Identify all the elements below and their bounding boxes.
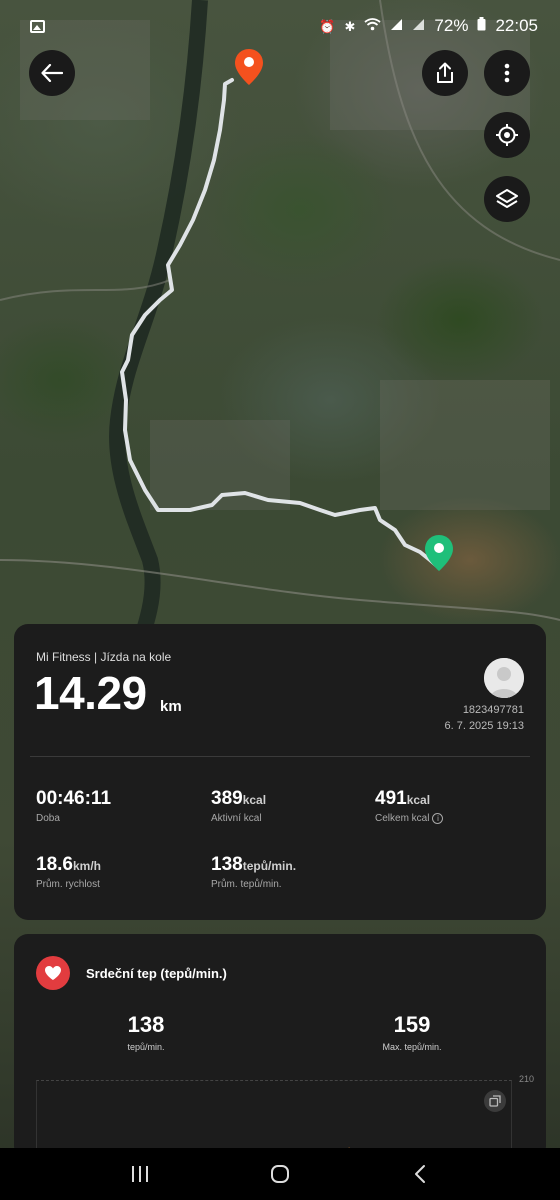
bluetooth-icon: ✱ [344, 18, 356, 34]
back-button[interactable] [29, 50, 75, 96]
end-pin-icon [424, 534, 454, 572]
share-icon [437, 62, 453, 83]
gallery-icon [30, 19, 45, 33]
system-nav-bar [0, 1148, 560, 1200]
nav-back-button[interactable] [390, 1154, 450, 1194]
stat-unit: km/h [72, 859, 101, 873]
layers-button[interactable] [484, 176, 530, 222]
divider [30, 756, 530, 757]
stat-unit: kcal [406, 793, 431, 807]
my-location-icon [496, 124, 518, 146]
share-button[interactable] [422, 50, 468, 96]
hr-max: 159 Max. tepů/min. [352, 1012, 472, 1052]
stat-value: 389 [211, 788, 243, 809]
signal-icon [390, 16, 403, 36]
back-icon [415, 1165, 425, 1183]
hr-avg-value: 138 [127, 1012, 165, 1037]
stat-total-kcal: 491kcal Celkem kcal i [375, 788, 444, 824]
alarm-icon: ⏰ [319, 18, 336, 34]
home-icon [271, 1165, 289, 1183]
stat-label: Celkem kcal [375, 813, 430, 824]
stat-avg-heart-rate: 138tepů/min. Prům. tepů/min. [211, 854, 296, 890]
user-id: 1823497781 [462, 704, 524, 716]
my-location-button[interactable] [484, 112, 530, 158]
back-arrow-icon [41, 64, 63, 82]
clock: 22:05 [495, 16, 538, 35]
recent-apps-button[interactable] [110, 1154, 170, 1194]
stat-unit: kcal [242, 793, 267, 807]
hr-avg-unit: tepů/min. [127, 1042, 165, 1052]
start-pin-icon [234, 48, 264, 86]
recent-apps-icon [132, 1166, 148, 1182]
info-icon[interactable]: i [432, 813, 444, 824]
heart-rate-card[interactable]: Srdeční tep (tepů/min.) 138 tepů/min. 15… [14, 934, 546, 1160]
stat-value: 138 [211, 854, 243, 875]
expand-icon [489, 1095, 501, 1107]
stat-label: Prům. rychlost [36, 879, 100, 890]
hr-max-label: Max. tepů/min. [382, 1042, 442, 1052]
stat-value: 491 [375, 788, 407, 809]
status-bar: ⏰ ✱ 72% 22:05 [0, 0, 560, 52]
stat-avg-speed: 18.6km/h Prům. rychlost [36, 854, 101, 890]
distance-value: 14.29 [34, 667, 147, 719]
wifi-icon [364, 16, 381, 36]
stat-value: 18.6 [36, 854, 73, 875]
more-button[interactable] [484, 50, 530, 96]
more-vertical-icon [504, 63, 510, 83]
hr-average: 138 tepů/min. [86, 1012, 206, 1052]
workout-date: 6. 7. 2025 19:13 [444, 720, 524, 732]
heart-rate-title: Srdeční tep (tepů/min.) [86, 966, 227, 981]
home-button[interactable] [250, 1154, 310, 1194]
signal-icon-2 [412, 16, 425, 36]
stat-label: Aktivní kcal [211, 813, 262, 824]
heart-icon [36, 956, 70, 990]
distance-unit: km [160, 698, 182, 715]
workout-summary-card: Mi Fitness | Jízda na kole 14.29 km 1823… [14, 624, 546, 920]
battery-icon [477, 16, 486, 36]
stat-label: Doba [36, 813, 60, 824]
battery-percent: 72% [434, 16, 469, 35]
stat-active-kcal: 389kcal Aktivní kcal [211, 788, 266, 824]
avatar[interactable] [484, 658, 524, 698]
hr-max-value: 159 [393, 1012, 431, 1037]
expand-chart-button[interactable] [484, 1090, 506, 1112]
chart-axis-max: 210 [518, 1074, 534, 1084]
layers-icon [496, 189, 518, 208]
stat-label: Prům. tepů/min. [211, 879, 282, 890]
activity-title: Mi Fitness | Jízda na kole [36, 650, 172, 664]
stat-duration: 00:46:11 Doba [36, 788, 111, 824]
stat-unit: tepů/min. [242, 859, 297, 873]
stat-value: 00:46:11 [36, 788, 112, 809]
